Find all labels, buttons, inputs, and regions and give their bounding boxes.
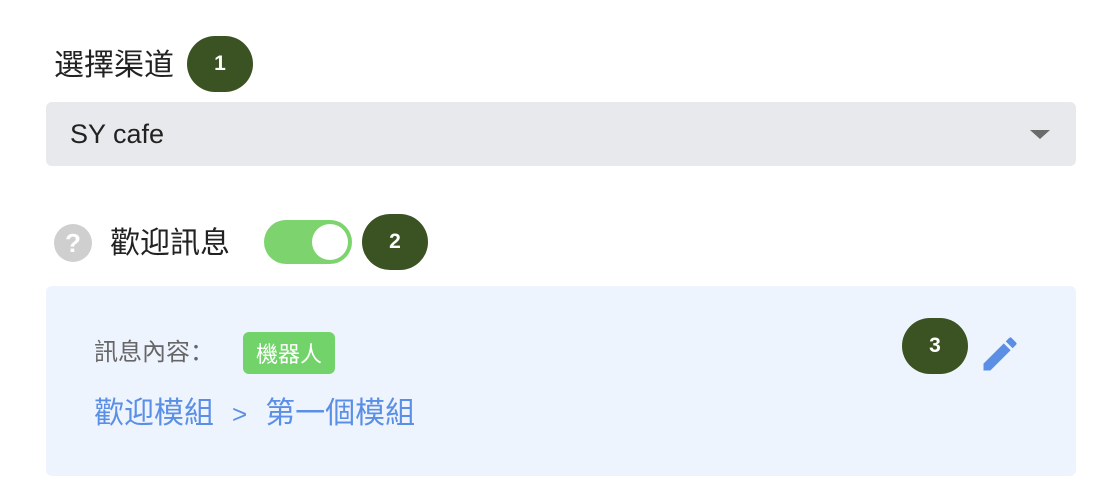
breadcrumb-submodule-link[interactable]: 第一個模組: [265, 394, 415, 434]
breadcrumb-module-link[interactable]: 歡迎模組: [94, 394, 214, 434]
message-content-panel: 訊息內容： 機器人 歡迎模組 > 第一個模組 3: [46, 286, 1076, 476]
channel-select-value: SY cafe: [70, 118, 165, 149]
welcome-message-label: 歡迎訊息: [110, 226, 230, 261]
channel-label: 選擇渠道: [54, 48, 174, 83]
welcome-message-settings: 選擇渠道 1 SY cafe ? 歡迎訊息 2 訊息內容： 機器人 歡迎模組 >…: [0, 0, 1120, 504]
module-breadcrumb: 歡迎模組 > 第一個模組: [94, 394, 415, 434]
channel-section-header: 選擇渠道: [54, 38, 174, 94]
welcome-message-toggle[interactable]: [264, 220, 352, 264]
bot-tag: 機器人: [243, 332, 336, 374]
help-icon[interactable]: ?: [54, 224, 92, 262]
message-content-label: 訊息內容：: [94, 338, 214, 366]
pencil-icon[interactable]: [978, 332, 1022, 376]
step-badge-1: 1: [187, 36, 253, 92]
channel-select[interactable]: SY cafe: [46, 102, 1076, 166]
toggle-knob: [312, 224, 348, 260]
breadcrumb-separator: >: [232, 399, 248, 429]
caret-down-icon: [1030, 130, 1050, 139]
step-badge-2: 2: [362, 214, 428, 270]
step-badge-3: 3: [902, 318, 968, 374]
